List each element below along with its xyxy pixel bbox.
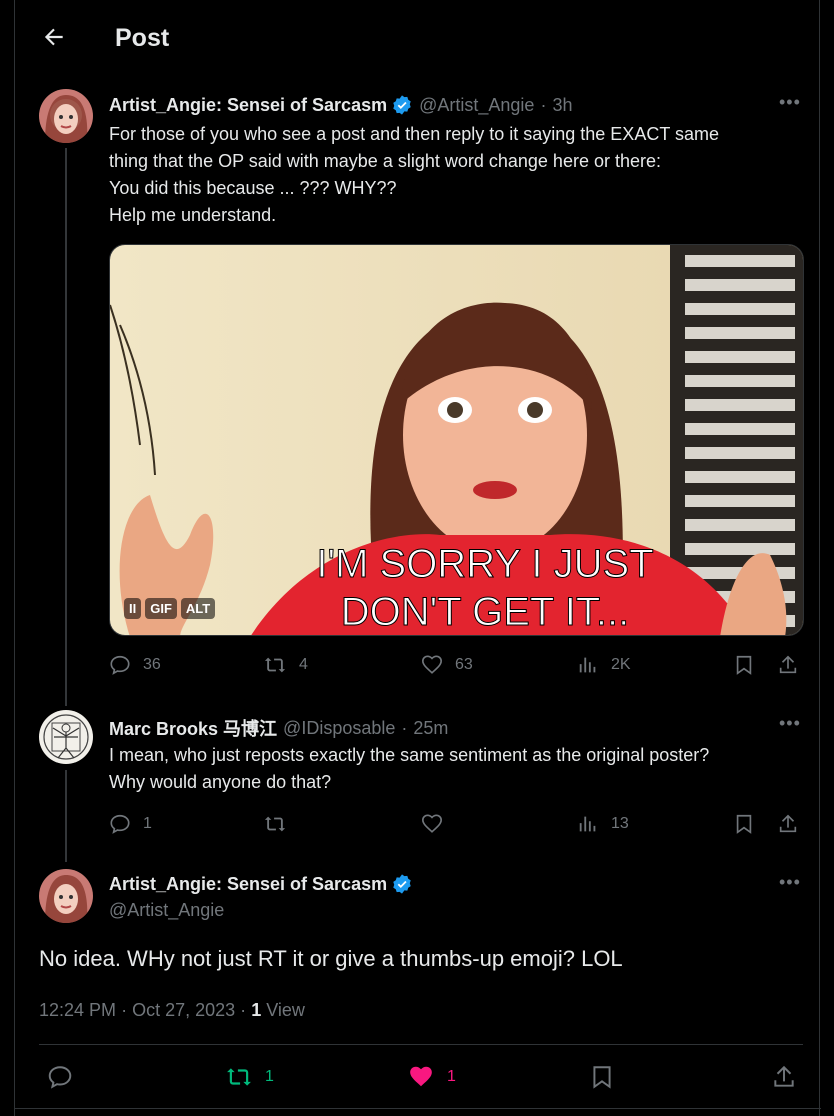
post-text-line: I mean, who just reposts exactly the sam… <box>109 745 710 765</box>
gif-caption-line-1: I'M SORRY I JUST <box>316 542 653 586</box>
separator: · <box>121 1000 128 1020</box>
post-time[interactable]: 12:24 PM <box>39 1000 116 1020</box>
timeline-column: Post Artist_Angie: Sensei of Sarcasm @Ar… <box>14 0 821 1116</box>
gif-frame-image: I'M SORRY I JUST DON'T GET IT... <box>110 245 803 635</box>
post-text-line: thing that the OP said with maybe a slig… <box>109 151 661 171</box>
reply-button[interactable]: 36 <box>109 654 161 676</box>
bookmark-button[interactable] <box>589 1064 615 1090</box>
repost-icon <box>264 816 286 832</box>
reply-button[interactable] <box>47 1064 73 1090</box>
views-chart-icon <box>579 816 596 832</box>
display-name[interactable]: Artist_Angie: Sensei of Sarcasm <box>109 95 387 116</box>
views-chart-icon <box>579 657 596 673</box>
post-header: Artist_Angie: Sensei of Sarcasm @Artist_… <box>109 94 572 116</box>
more-options-icon[interactable]: ••• <box>779 92 803 112</box>
post-text: For those of you who see a post and then… <box>109 121 809 229</box>
post-handle-row: @Artist_Angie <box>109 900 224 921</box>
heart-icon <box>422 814 442 833</box>
main-post-text: No idea. WHy not just RT it or give a th… <box>39 946 623 971</box>
bookmark-button[interactable] <box>733 654 755 676</box>
heart-filled-icon <box>410 1066 432 1087</box>
post-text-line: Why would anyone do that? <box>109 772 332 792</box>
separator: · <box>540 94 547 115</box>
gif-badge: GIF <box>145 598 177 619</box>
like-button[interactable] <box>421 813 443 835</box>
thread-line <box>65 770 67 862</box>
pause-button[interactable]: II <box>124 598 142 619</box>
avatar[interactable] <box>39 869 93 923</box>
like-button[interactable]: 63 <box>421 654 473 676</box>
handle[interactable]: @Artist_Angie <box>109 900 224 921</box>
reply-icon <box>110 814 130 834</box>
like-count: 63 <box>455 656 473 673</box>
post-text-line: You did this because ... ??? WHY?? <box>109 178 397 198</box>
repost-icon <box>264 657 286 673</box>
verified-badge-icon <box>391 873 413 895</box>
post-text-line: Help me understand. <box>109 205 277 225</box>
post-text-line: For those of you who see a post and then… <box>109 124 720 144</box>
share-button[interactable] <box>771 1064 797 1090</box>
reply-count: 36 <box>143 656 161 673</box>
divider <box>15 1108 821 1109</box>
reply-count: 1 <box>143 815 152 832</box>
repost-count: 4 <box>299 656 308 673</box>
gif-caption-line-2: DON'T GET IT... <box>341 590 629 634</box>
reply-icon <box>110 655 130 675</box>
avatar[interactable] <box>39 710 93 764</box>
views-button[interactable]: 13 <box>577 813 629 835</box>
view-count: 13 <box>611 815 629 832</box>
repost-button[interactable]: 4 <box>263 654 308 676</box>
thread-line <box>65 148 67 706</box>
share-button[interactable] <box>777 813 799 835</box>
separator: · <box>240 1000 247 1020</box>
media-badges: II GIF ALT <box>124 598 216 619</box>
bookmark-icon <box>736 655 752 675</box>
repost-count: 1 <box>265 1068 274 1085</box>
alt-text-button[interactable]: ALT <box>180 598 216 619</box>
avatar[interactable] <box>39 89 93 143</box>
repost-button[interactable] <box>263 813 287 835</box>
repost-icon <box>227 1068 251 1086</box>
handle[interactable]: @IDisposable <box>283 718 395 739</box>
post-text: I mean, who just reposts exactly the sam… <box>109 742 809 796</box>
display-name[interactable]: Artist_Angie: Sensei of Sarcasm <box>109 874 387 895</box>
gif-media[interactable]: I'M SORRY I JUST DON'T GET IT... II GIF … <box>109 244 804 636</box>
bookmark-button[interactable] <box>733 813 755 835</box>
display-name[interactable]: Marc Brooks 马博江 <box>109 715 277 741</box>
divider <box>39 1044 803 1045</box>
like-button[interactable]: 1 <box>407 1064 456 1090</box>
verified-badge-icon <box>391 94 413 116</box>
page-title: Post <box>115 24 170 52</box>
post-header: Artist_Angie: Sensei of Sarcasm <box>109 873 413 895</box>
view-label: View <box>266 1000 305 1020</box>
post-date[interactable]: Oct 27, 2023 <box>132 1000 235 1020</box>
share-icon <box>779 655 797 674</box>
separator: · <box>401 717 408 738</box>
more-options-icon[interactable]: ••• <box>779 713 803 733</box>
share-icon <box>779 814 797 833</box>
timestamp[interactable]: 3h <box>552 95 572 116</box>
view-count: 2K <box>611 656 631 673</box>
views-button[interactable]: 2K <box>577 654 631 676</box>
handle[interactable]: @Artist_Angie <box>419 95 534 116</box>
post-meta: 12:24 PM · Oct 27, 2023 · 1 View <box>39 1000 305 1021</box>
back-arrow-icon[interactable] <box>41 24 67 50</box>
like-count: 1 <box>447 1068 456 1085</box>
post-header: Marc Brooks 马博江 @IDisposable · 25m <box>109 715 448 741</box>
reply-icon <box>48 1066 72 1089</box>
repost-button[interactable]: 1 <box>225 1064 274 1090</box>
view-count: 1 <box>251 1000 262 1020</box>
share-button[interactable] <box>777 654 799 676</box>
bookmark-icon <box>593 1066 611 1089</box>
heart-icon <box>422 655 442 674</box>
timestamp[interactable]: 25m <box>413 718 448 739</box>
reply-button[interactable]: 1 <box>109 813 152 835</box>
page-header: Post <box>15 0 821 80</box>
bookmark-icon <box>736 814 752 834</box>
share-icon <box>774 1065 794 1087</box>
more-options-icon[interactable]: ••• <box>779 872 803 892</box>
